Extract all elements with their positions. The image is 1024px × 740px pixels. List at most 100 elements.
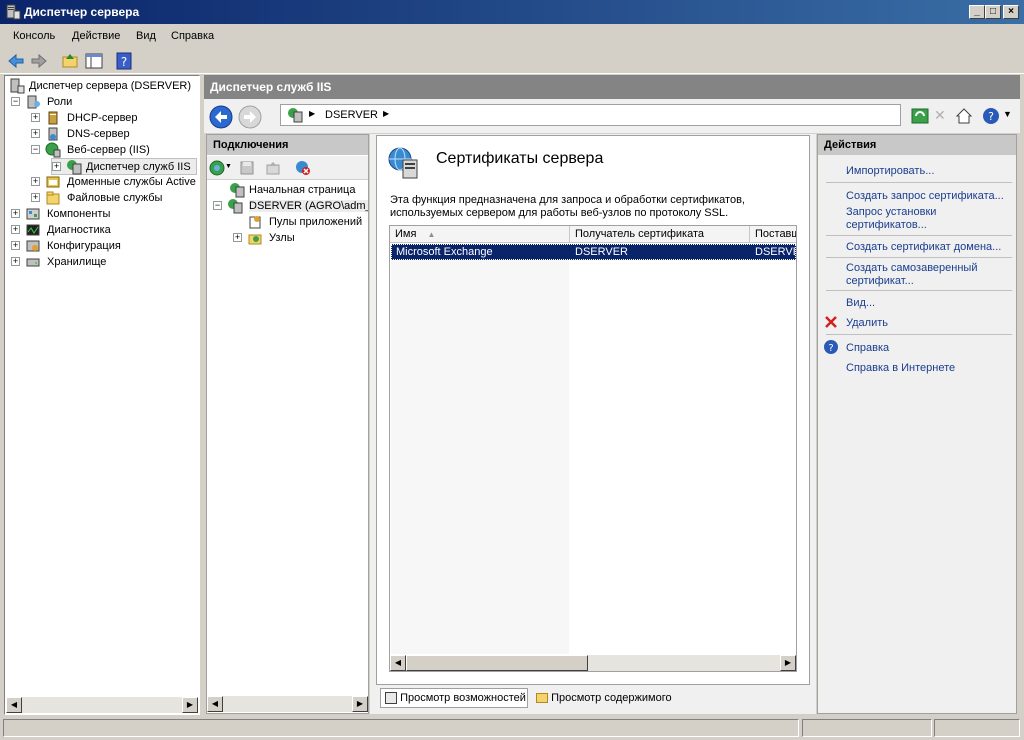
action-complete-request[interactable]: Запрос установки — [846, 206, 936, 219]
action-online-help[interactable]: Справка в Интернете — [846, 362, 955, 375]
back-icon[interactable] — [209, 105, 233, 129]
menu-help[interactable]: Справка — [171, 30, 214, 42]
actions-title: Действия — [818, 135, 1016, 155]
scroll-left-icon[interactable]: ◀ — [207, 696, 223, 712]
action-delete[interactable]: Удалить — [846, 317, 888, 330]
content-view-tab[interactable]: Просмотр содержимого — [532, 688, 692, 708]
web-server-icon — [45, 142, 61, 158]
server-certificates-icon — [388, 147, 418, 179]
features-icon — [26, 208, 40, 220]
maximize-button[interactable]: □ — [985, 5, 1001, 19]
tree-item-iis-manager[interactable]: + Диспетчер служб IIS — [51, 158, 197, 175]
connections-horizontal-scrollbar[interactable]: ◀ ▶ — [207, 696, 368, 712]
server-manager-icon — [6, 4, 21, 20]
expand-icon[interactable]: + — [31, 177, 40, 186]
menu-view[interactable]: Вид — [136, 30, 156, 42]
forward-icon[interactable] — [238, 105, 262, 129]
expand-icon[interactable]: + — [31, 113, 40, 122]
action-create-domain-cert[interactable]: Создать сертификат домена... — [846, 241, 1001, 254]
help-icon[interactable]: ? — [982, 107, 1000, 125]
delete-connection-icon[interactable] — [295, 160, 311, 176]
breadcrumb-server[interactable]: DSERVER — [325, 109, 378, 121]
column-header-issuer[interactable]: Поставщ — [750, 226, 796, 243]
expand-icon[interactable]: + — [11, 209, 20, 218]
separator — [826, 182, 1012, 183]
forward-arrow-icon[interactable] — [29, 51, 49, 71]
action-view[interactable]: Вид... — [846, 297, 875, 310]
tree-horizontal-scrollbar[interactable]: ◀ ▶ — [6, 697, 198, 713]
scroll-thumb[interactable] — [406, 655, 588, 671]
stop-icon[interactable]: ✕ — [934, 107, 946, 124]
action-create-self-signed-line-2[interactable]: сертификат... — [846, 275, 914, 288]
separator — [826, 235, 1012, 236]
home-icon[interactable] — [955, 107, 973, 125]
main-toolbar: ? — [0, 48, 1024, 74]
action-create-self-signed[interactable]: Создать самозаверенный — [846, 262, 977, 275]
svg-text:?: ? — [121, 55, 127, 69]
collapse-icon[interactable]: − — [213, 201, 222, 210]
close-button[interactable]: × — [1003, 5, 1019, 19]
cell-name: Microsoft Exchange — [396, 246, 493, 258]
active-directory-icon — [46, 176, 60, 188]
table-row[interactable]: Microsoft Exchange DSERVER DSERVER — [391, 244, 796, 260]
menu-action[interactable]: Действие — [72, 30, 120, 42]
scroll-left-icon[interactable]: ◀ — [6, 697, 22, 713]
connections-toolbar: ▼ — [207, 156, 368, 180]
scroll-right-icon[interactable]: ▶ — [780, 655, 796, 671]
expand-icon[interactable]: + — [11, 225, 20, 234]
expand-icon[interactable]: + — [52, 162, 61, 171]
save-icon[interactable] — [239, 160, 255, 176]
expand-icon[interactable]: + — [31, 193, 40, 202]
refresh-icon[interactable] — [911, 108, 929, 124]
separator — [826, 334, 1012, 335]
collapse-icon[interactable]: − — [11, 97, 20, 106]
features-view-tab[interactable]: Просмотр возможностей — [380, 688, 528, 708]
server-node-icon — [288, 108, 303, 123]
separator — [826, 290, 1012, 291]
collapse-icon[interactable]: − — [31, 145, 40, 154]
status-cell-2 — [802, 719, 932, 737]
back-arrow-icon[interactable] — [6, 51, 26, 71]
scroll-left-icon[interactable]: ◀ — [390, 655, 406, 671]
show-hide-tree-icon[interactable] — [84, 51, 104, 71]
status-cell-3 — [934, 719, 1020, 737]
column-header-name[interactable]: Имя ▲ — [390, 226, 570, 243]
menu-console[interactable]: Консоль — [13, 30, 55, 42]
help-dropdown-icon[interactable]: ▼ — [1003, 109, 1012, 119]
iis-manager-header: Диспетчер служб IIS — [204, 75, 1020, 99]
actions-panel: Действия Импортировать... Создать запрос… — [817, 134, 1017, 714]
column-header-subject[interactable]: Получатель сертификата — [570, 226, 750, 243]
connection-server[interactable]: − DSERVER (AGRO\adm_sc — [213, 198, 368, 214]
help-book-icon[interactable]: ? — [114, 51, 134, 71]
svg-text:?: ? — [988, 110, 994, 123]
action-import[interactable]: Импортировать... — [846, 165, 934, 178]
window-title: Диспетчер сервера — [24, 5, 140, 19]
action-create-request[interactable]: Создать запрос сертификата... — [846, 190, 1004, 203]
server-node-icon — [228, 199, 243, 214]
status-bar — [0, 717, 1024, 740]
expand-icon[interactable]: + — [11, 241, 20, 250]
minimize-button[interactable]: _ — [969, 5, 985, 19]
status-cell-main — [3, 719, 799, 737]
diagnostics-icon — [26, 224, 40, 236]
connect-dropdown-icon[interactable]: ▼ — [225, 163, 232, 170]
action-complete-request-line-2[interactable]: сертификатов... — [846, 219, 927, 232]
list-horizontal-scrollbar[interactable]: ◀ ▶ — [390, 655, 796, 671]
expand-icon[interactable]: + — [11, 257, 20, 266]
menu-bar: Консоль Действие Вид Справка — [0, 26, 1024, 46]
connect-globe-icon[interactable] — [209, 160, 225, 176]
breadcrumb-arrow-icon[interactable]: ▶ — [383, 109, 389, 118]
features-view-icon — [385, 692, 397, 705]
up-level-icon[interactable] — [265, 160, 281, 176]
up-folder-icon[interactable] — [60, 51, 80, 71]
expand-icon[interactable]: + — [233, 233, 242, 242]
feature-title: Сертификаты сервера — [436, 150, 604, 167]
scroll-right-icon[interactable]: ▶ — [352, 696, 368, 712]
action-help[interactable]: Справка — [846, 342, 889, 355]
expand-icon[interactable]: + — [31, 129, 40, 138]
feature-description-line-2: используемых сервером для работы веб-узл… — [390, 207, 729, 219]
scroll-right-icon[interactable]: ▶ — [182, 697, 198, 713]
window-title-bar[interactable]: Диспетчер сервера _ □ × — [0, 0, 1024, 24]
configuration-icon — [26, 240, 40, 252]
address-bar[interactable]: ▶ DSERVER ▶ — [280, 104, 901, 126]
